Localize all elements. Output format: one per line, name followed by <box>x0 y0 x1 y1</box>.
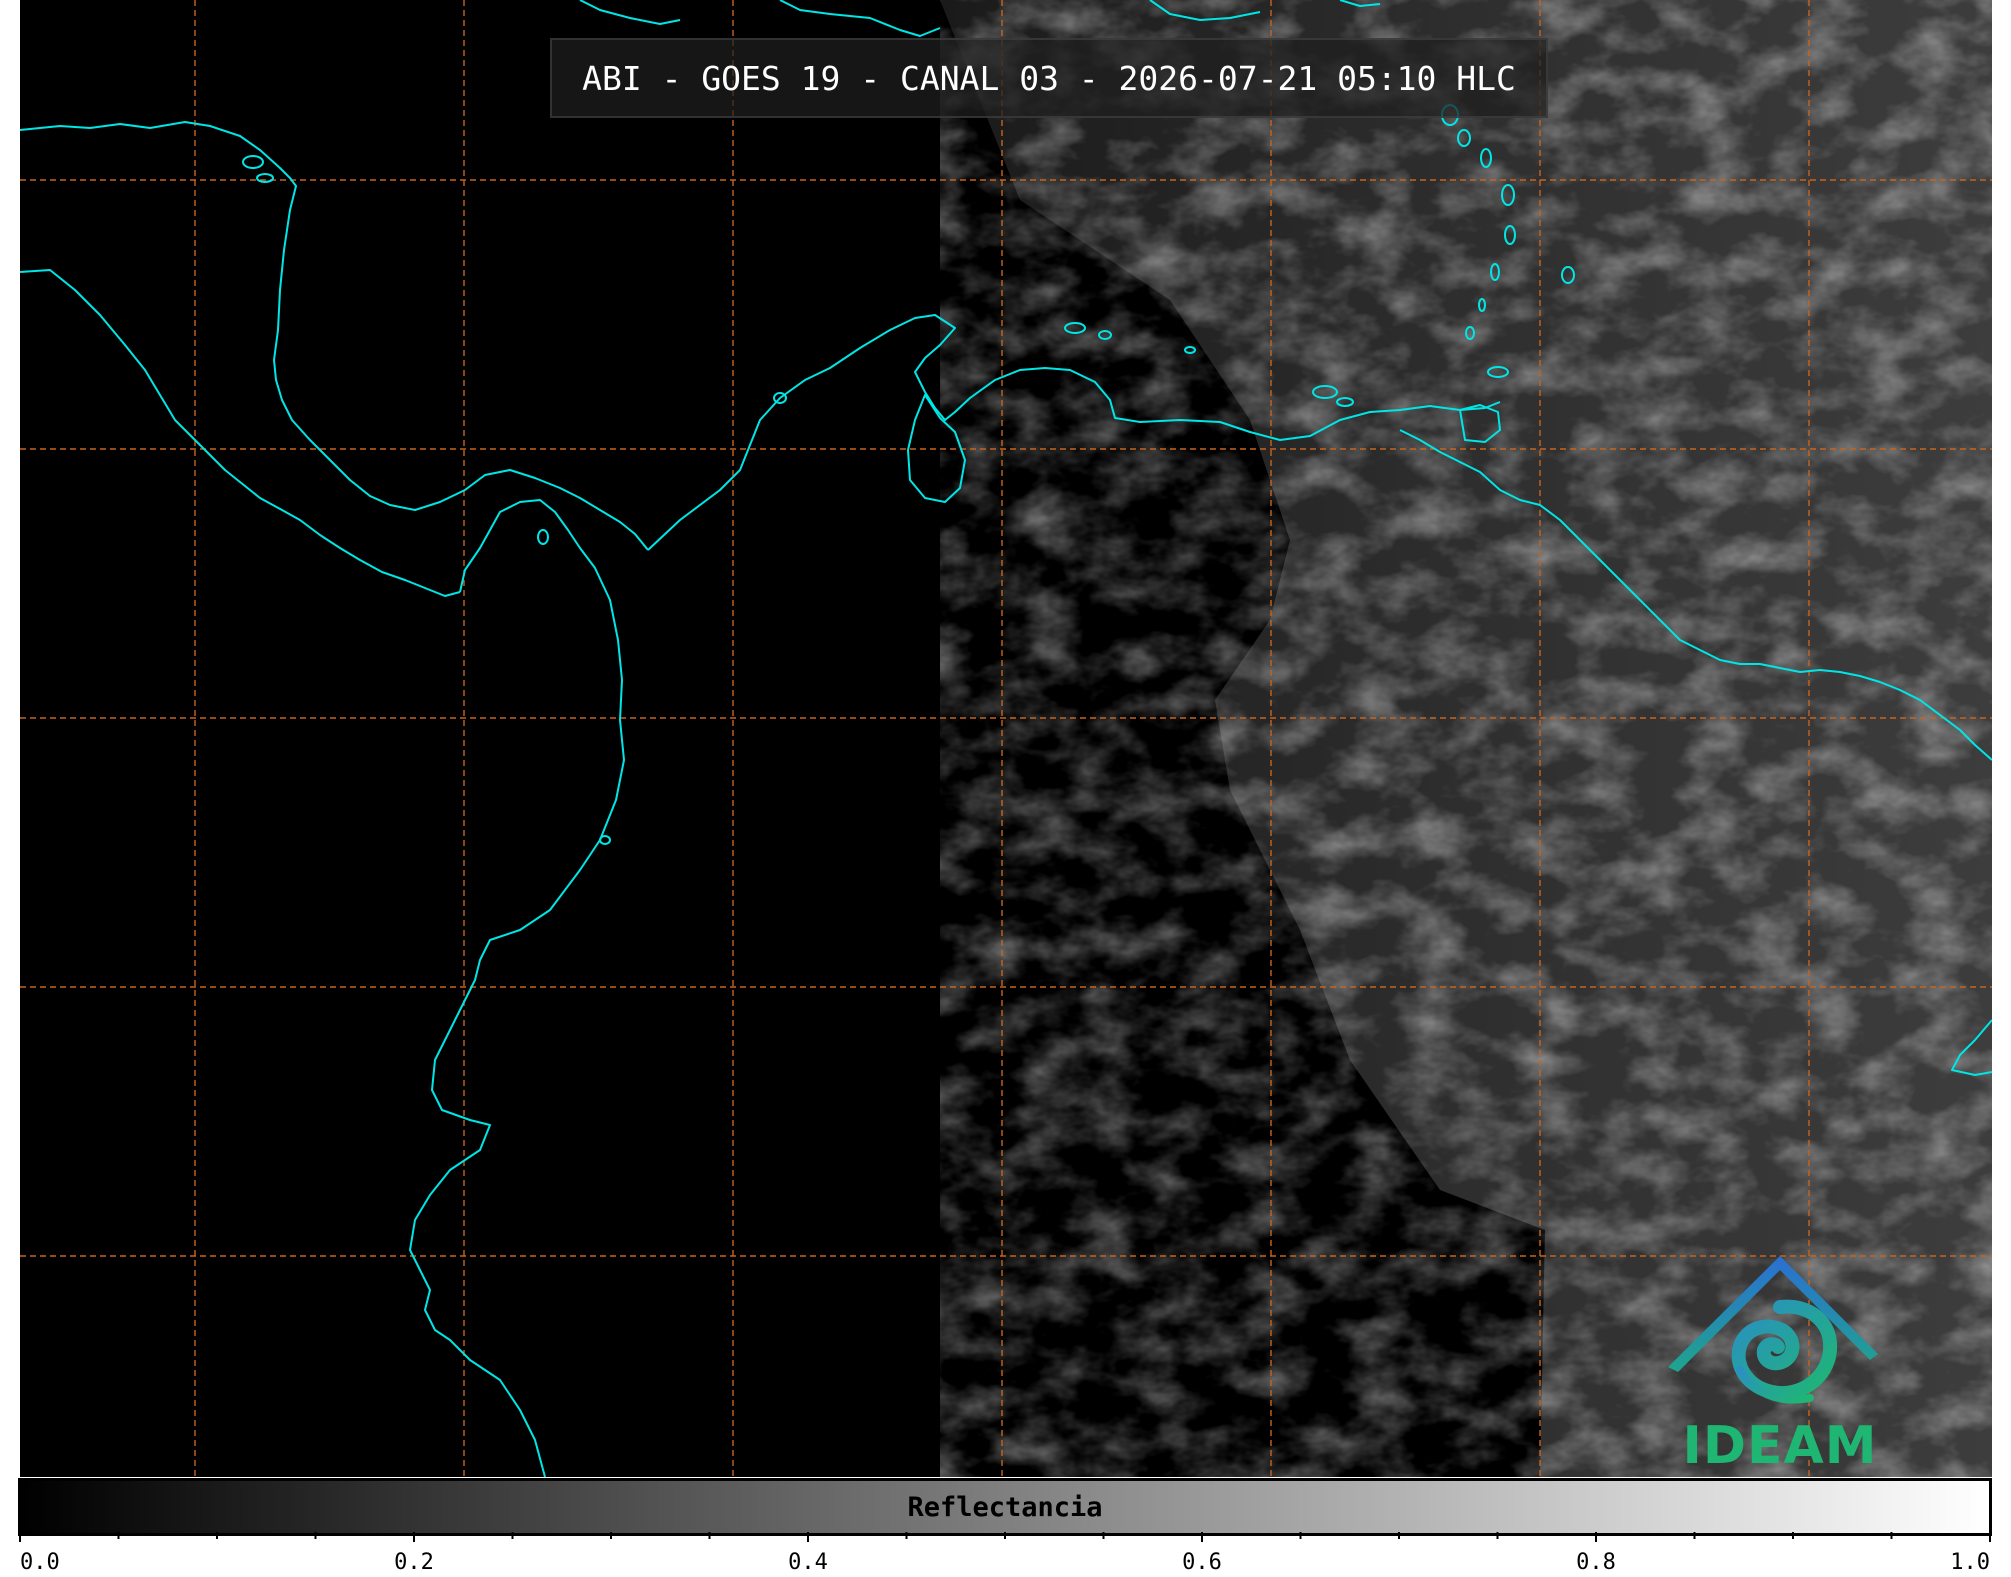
reflectance-colorbar: Reflectancia <box>18 1478 1992 1536</box>
map-title-box: ABI - GOES 19 - CANAL 03 - 2026-07-21 05… <box>550 38 1548 118</box>
colorbar-tick-label: 1.0 <box>1950 1550 1990 1575</box>
map-title: ABI - GOES 19 - CANAL 03 - 2026-07-21 05… <box>582 58 1516 98</box>
colorbar-tick-label: 0.6 <box>1182 1550 1222 1575</box>
colorbar-tick-label: 0.0 <box>20 1550 60 1575</box>
colorbar-ticks: 0.0 0.2 0.4 0.6 0.8 1.0 <box>19 1532 1991 1575</box>
colorbar-tick-label: 0.2 <box>394 1550 434 1575</box>
colorbar-tick-label: 0.8 <box>1576 1550 1616 1575</box>
colorbar-label: Reflectancia <box>907 1491 1103 1523</box>
ideam-logo: IDEAM <box>1660 1252 1920 1476</box>
colorbar-tick-label: 0.4 <box>788 1550 828 1575</box>
ideam-mountain-swirl-icon <box>1668 1256 1878 1404</box>
ideam-logo-text: IDEAM <box>1682 1416 1878 1476</box>
satellite-map-panel[interactable]: ABI - GOES 19 - CANAL 03 - 2026-07-21 05… <box>20 0 1992 1477</box>
